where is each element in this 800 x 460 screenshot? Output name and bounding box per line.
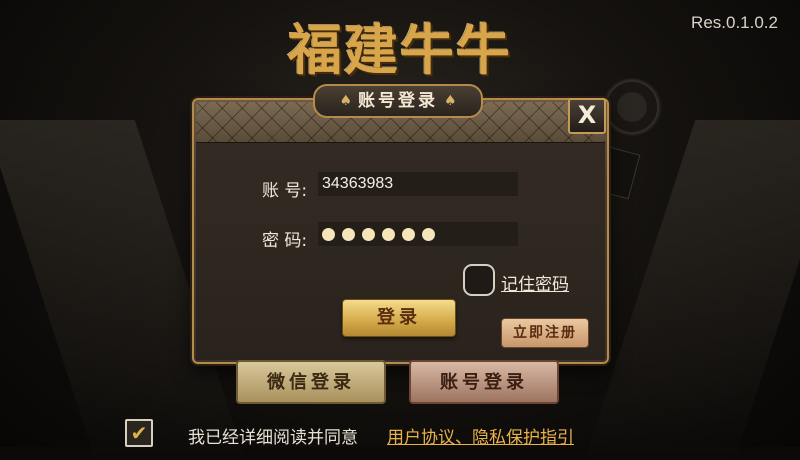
password-mask — [322, 228, 435, 241]
password-input[interactable] — [318, 222, 518, 246]
account-input[interactable]: 34363983 — [318, 172, 518, 196]
remember-password-checkbox[interactable] — [463, 264, 495, 296]
password-dot — [362, 228, 375, 241]
account-label: 账 号: — [262, 181, 308, 201]
password-label: 密 码: — [262, 231, 308, 251]
checkmark-icon: ✔ — [130, 421, 148, 445]
password-dot — [322, 228, 335, 241]
spade-icon: ♠ — [444, 93, 457, 109]
password-dot — [422, 228, 435, 241]
login-button[interactable]: 登录 — [342, 299, 456, 337]
spade-icon: ♠ — [339, 93, 352, 109]
version-label: Res.0.1.0.2 — [691, 13, 778, 32]
close-button[interactable]: X — [568, 98, 606, 134]
password-dot — [402, 228, 415, 241]
poker-chip-decoration — [602, 78, 662, 136]
password-dot — [342, 228, 355, 241]
agreement-link[interactable]: 用户协议、隐私保护指引 — [387, 423, 574, 448]
account-login-button[interactable]: 账号登录 — [409, 360, 559, 404]
password-dot — [382, 228, 395, 241]
agreement-checkbox[interactable]: ✔ — [125, 419, 153, 447]
dialog-title-text: 账号登录 — [358, 91, 438, 111]
wechat-login-button[interactable]: 微信登录 — [236, 360, 386, 404]
account-input-value: 34363983 — [322, 175, 394, 192]
dialog-title: ♠ 账号登录 ♠ — [313, 84, 483, 118]
game-title-logo: 福建牛牛 — [288, 18, 512, 82]
remember-password-label[interactable]: 记住密码 — [501, 270, 569, 295]
register-button[interactable]: 立即注册 — [501, 318, 589, 348]
agreement-text: 我已经详细阅读并同意 — [188, 428, 358, 448]
